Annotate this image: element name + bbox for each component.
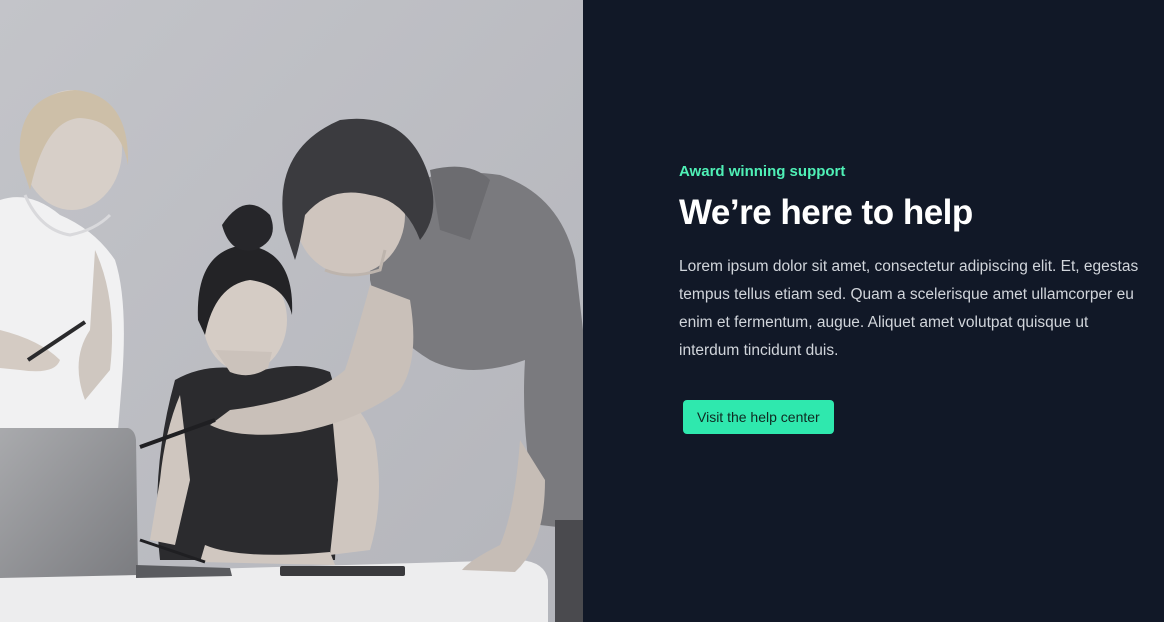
eyebrow-text: Award winning support: [679, 163, 846, 180]
team-photo: [0, 0, 583, 622]
team-photo-illustration: [0, 0, 583, 622]
support-content-panel: Award winning support We’re here to help…: [583, 0, 1164, 622]
page-title: We’re here to help: [679, 193, 973, 232]
visit-help-center-button[interactable]: Visit the help center: [683, 400, 834, 434]
description-text: Lorem ipsum dolor sit amet, consectetur …: [679, 258, 1139, 359]
support-hero-section: Award winning support We’re here to help…: [0, 0, 1164, 622]
